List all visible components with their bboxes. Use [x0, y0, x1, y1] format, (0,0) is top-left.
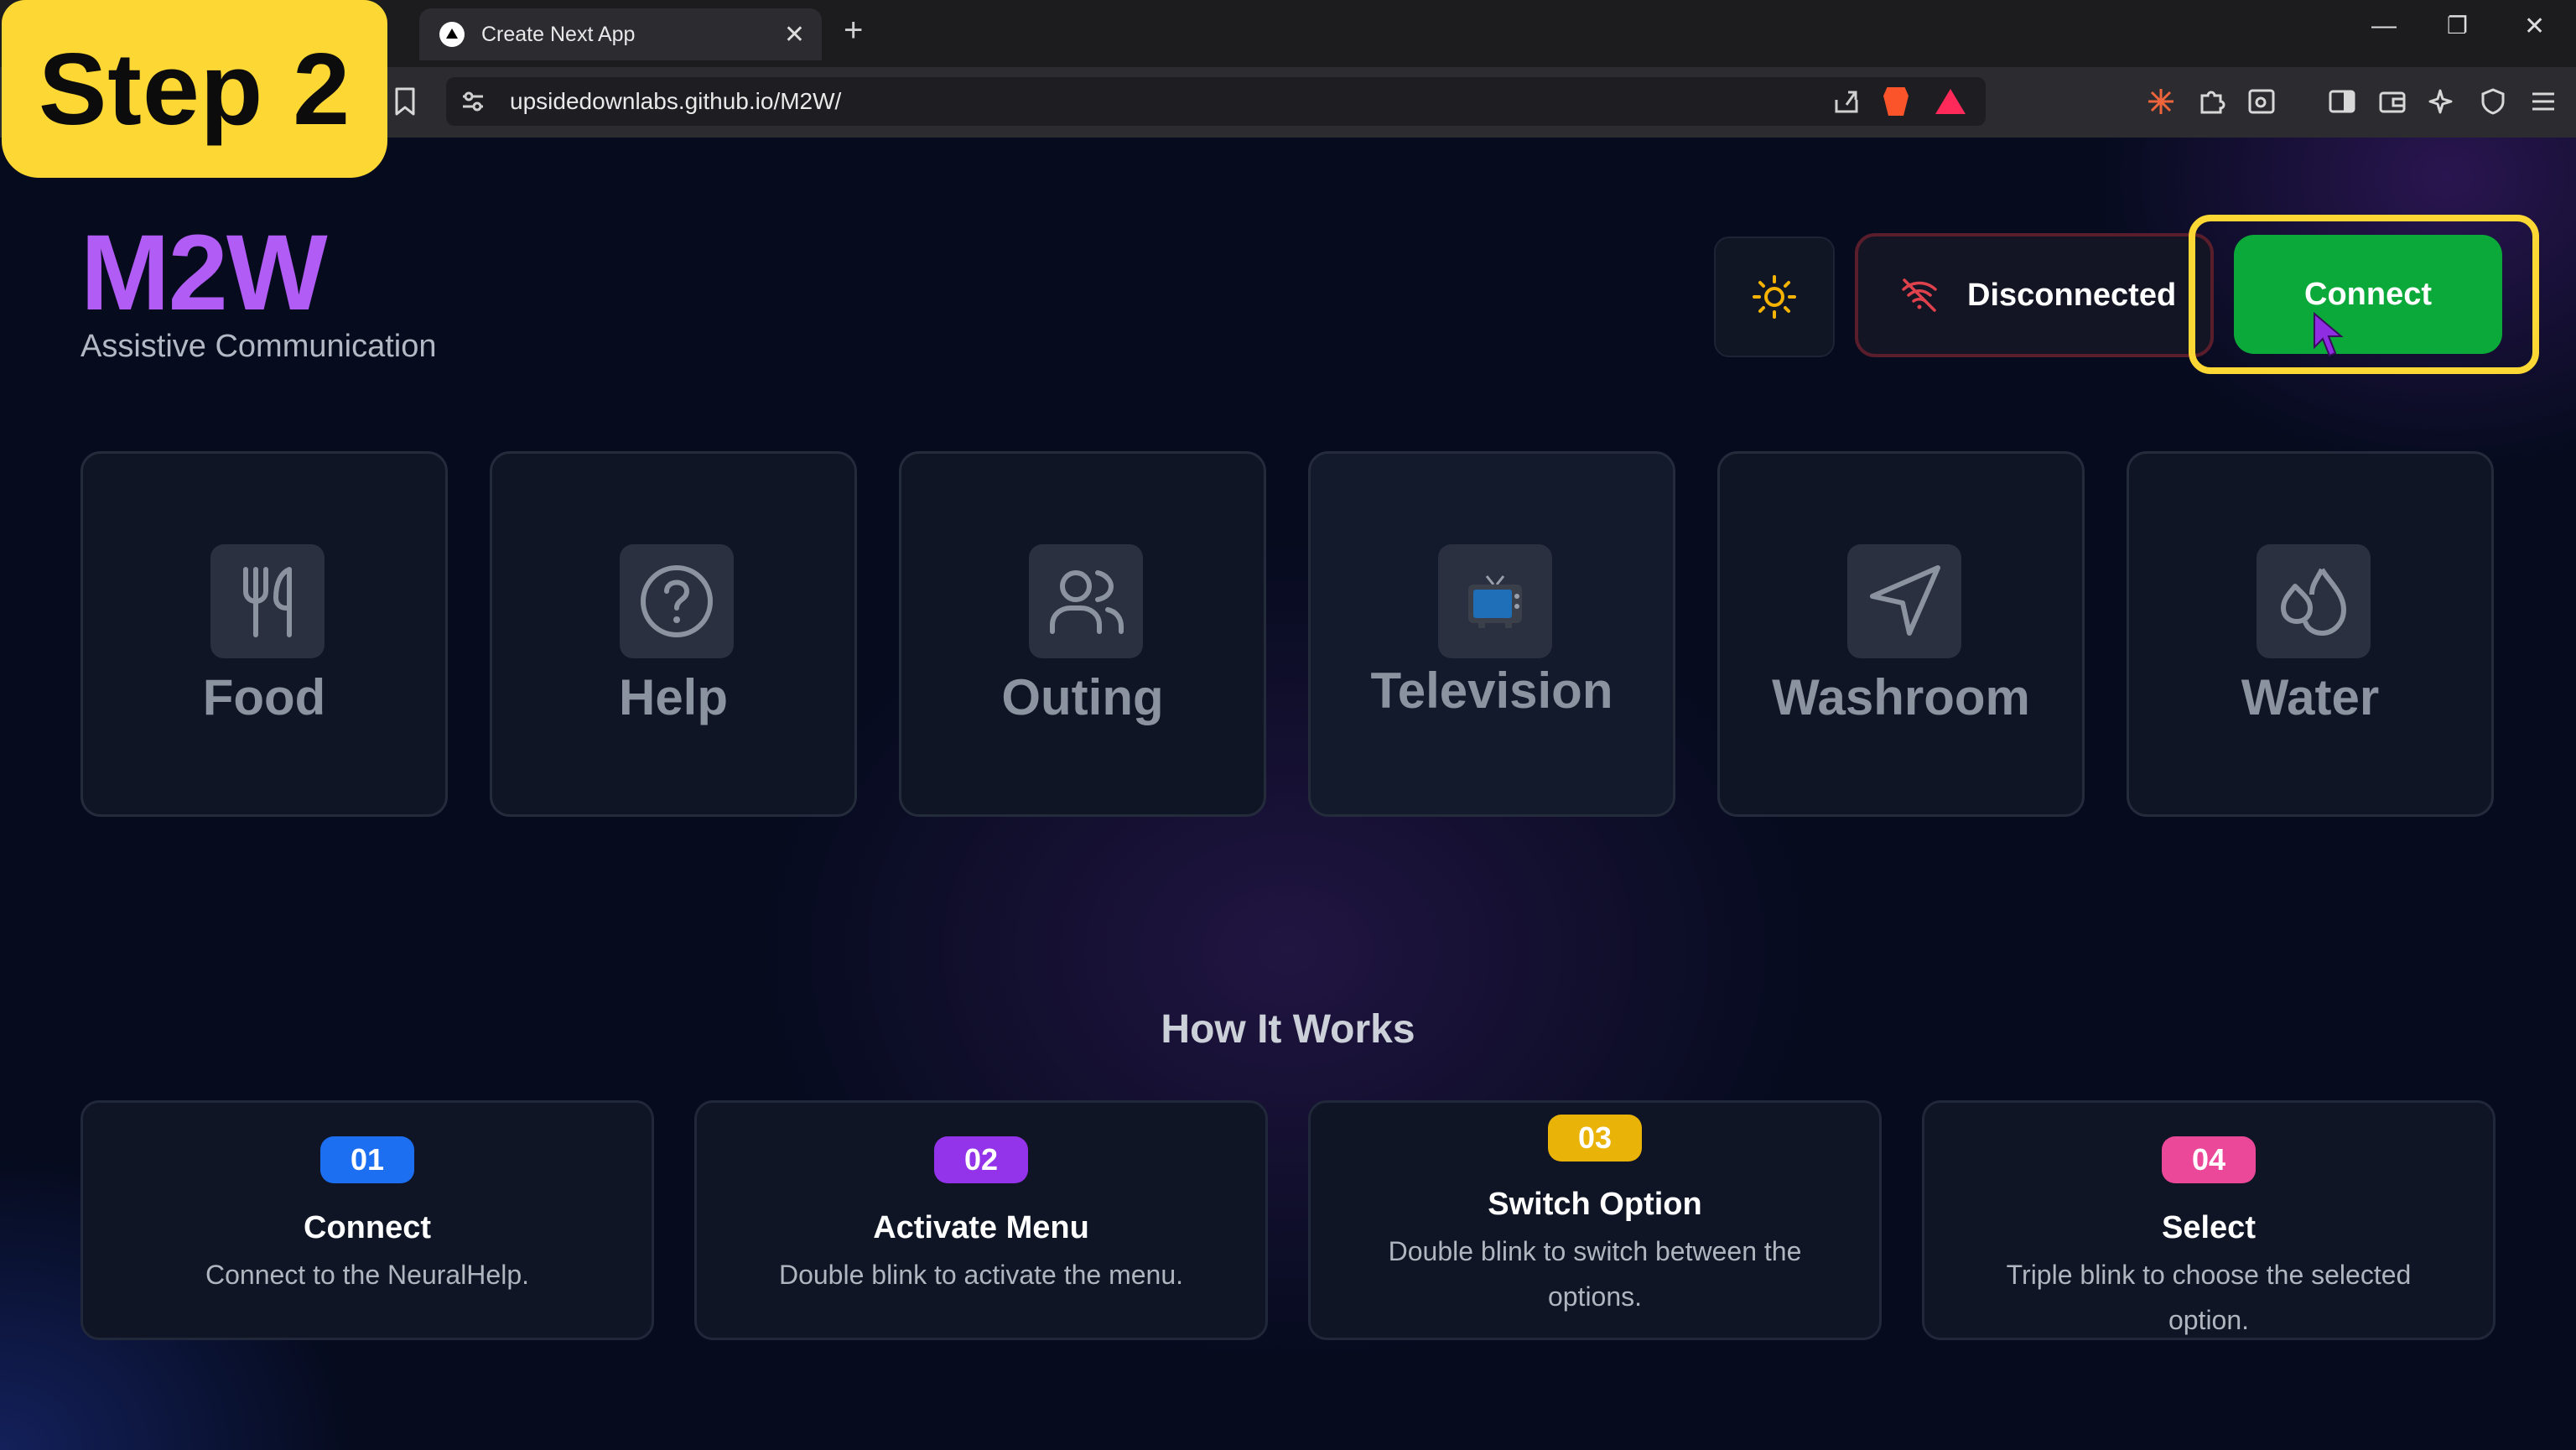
sidebar-toggle-icon[interactable] [2328, 87, 2356, 116]
option-label: Television [1370, 663, 1613, 719]
option-tile-help[interactable]: Help [490, 451, 857, 817]
step-description: Double blink to switch between the optio… [1388, 1236, 1802, 1312]
option-label: Water [2241, 669, 2380, 725]
icon-box [1847, 544, 1961, 658]
tab-title: Create Next App [481, 22, 636, 46]
site-settings-icon[interactable] [461, 90, 485, 113]
help-circle-icon [641, 565, 713, 637]
url-text[interactable]: upsidedownlabs.github.io/M2W/ [510, 88, 841, 115]
step-number-badge: 04 [2162, 1136, 2256, 1183]
browser-tab[interactable]: Create Next App ✕ [419, 8, 822, 60]
minimize-button[interactable]: — [2371, 12, 2397, 40]
menu-icon[interactable] [2529, 87, 2558, 116]
option-label: Outing [1001, 669, 1164, 725]
step-card-connect: 01 Connect Connect to the NeuralHelp. [80, 1100, 654, 1340]
extension-sunburst-icon[interactable] [2147, 87, 2175, 116]
app-title: M2W [80, 213, 328, 333]
icon-box [1438, 544, 1552, 658]
step-title: Connect [304, 1210, 431, 1245]
utensils-icon [243, 567, 292, 637]
nextjs-favicon-icon [439, 22, 465, 47]
wifi-off-icon [1902, 278, 1937, 312]
step-title: Activate Menu [873, 1210, 1089, 1245]
step-description: Double blink to activate the menu. [778, 1260, 1184, 1290]
brave-shields-icon[interactable] [1883, 87, 1909, 116]
status-text: Disconnected [1967, 277, 2177, 313]
how-it-works-title: How It Works [1161, 1007, 1415, 1052]
step-card-activate-menu: 02 Activate Menu Double blink to activat… [694, 1100, 1268, 1340]
option-tile-outing[interactable]: Outing [899, 451, 1266, 817]
option-tile-washroom[interactable]: Washroom [1717, 451, 2085, 817]
vpn-shield-icon[interactable] [2479, 87, 2507, 116]
step-title: Select [2162, 1210, 2256, 1245]
restore-button[interactable]: ❐ [2447, 12, 2468, 39]
mouse-cursor-icon [2314, 312, 2344, 357]
step-card-switch-option: 03 Switch Option Double blink to switch … [1308, 1100, 1882, 1340]
television-icon [1468, 575, 1522, 628]
window-close-button[interactable]: ✕ [2524, 12, 2545, 41]
leo-ai-icon[interactable] [2428, 87, 2457, 116]
step-badge: Step 2 [2, 0, 387, 178]
share-icon[interactable] [1833, 88, 1860, 115]
droplets-icon [2281, 568, 2346, 636]
new-tab-button[interactable]: + [844, 12, 863, 49]
navigation-icon [1870, 565, 1940, 636]
step-number-badge: 01 [320, 1136, 414, 1183]
option-tile-water[interactable]: Water [2127, 451, 2494, 817]
icon-box [620, 544, 734, 658]
option-tile-television[interactable]: Television [1308, 451, 1675, 817]
connection-status-badge: Disconnected [1855, 233, 2214, 357]
connect-button[interactable]: Connect [2234, 235, 2502, 354]
option-label: Washroom [1772, 669, 2030, 725]
sun-icon [1753, 275, 1796, 319]
step-description: Triple blink to choose the selected opti… [2006, 1260, 2412, 1335]
app-page: M2W Assistive Communication Disconnected [0, 138, 2576, 1450]
reader-mode-icon[interactable] [2247, 87, 2276, 116]
icon-box [2257, 544, 2371, 658]
theme-toggle-button[interactable] [1714, 236, 1835, 357]
bookmark-icon[interactable] [394, 87, 416, 116]
step-number-badge: 02 [934, 1136, 1028, 1183]
app-subtitle: Assistive Communication [80, 329, 437, 364]
extensions-puzzle-icon[interactable] [2197, 87, 2225, 116]
step-number-badge: 03 [1548, 1115, 1642, 1162]
address-bar[interactable]: upsidedownlabs.github.io/M2W/ [446, 77, 1986, 126]
step-card-select: 04 Select Triple blink to choose the sel… [1922, 1100, 2496, 1340]
wallet-icon[interactable] [2378, 87, 2407, 116]
icon-box [210, 544, 325, 658]
option-tile-food[interactable]: Food [80, 451, 448, 817]
tab-close-button[interactable]: ✕ [784, 20, 805, 49]
option-label: Food [202, 669, 326, 725]
option-label: Help [618, 669, 729, 725]
brave-rewards-icon[interactable] [1935, 89, 1966, 114]
step-description: Connect to the NeuralHelp. [205, 1260, 529, 1290]
users-icon [1050, 570, 1124, 634]
step-title: Switch Option [1488, 1187, 1702, 1222]
icon-box [1029, 544, 1143, 658]
